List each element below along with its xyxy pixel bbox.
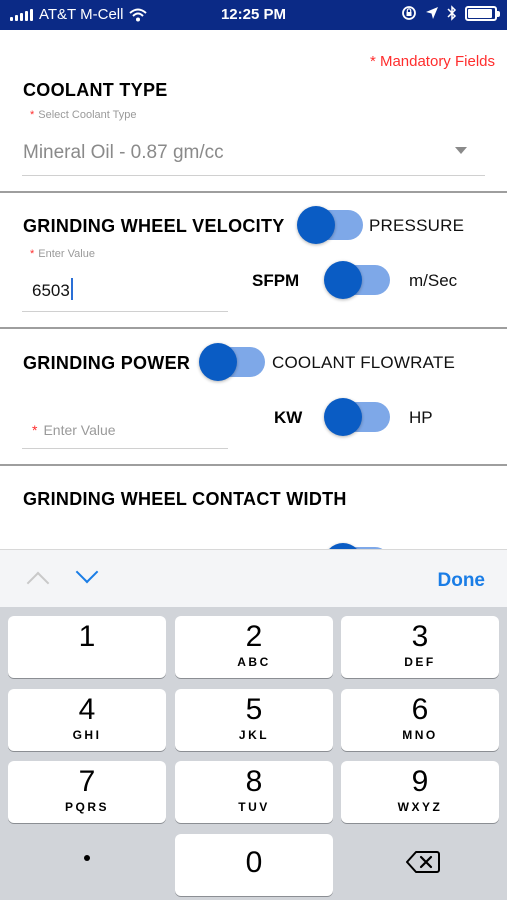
section-divider [0, 327, 507, 329]
wheel-velocity-value: 6503 [32, 281, 70, 300]
coolant-select-underline [22, 175, 485, 176]
key-digit: 0 [245, 846, 263, 879]
key-letters: DEF [404, 655, 436, 669]
wheel-velocity-hint: * Enter Value [30, 248, 95, 260]
key-3[interactable]: 3 DEF [341, 616, 499, 678]
decimal-key[interactable] [8, 834, 166, 896]
wheel-velocity-underline [22, 311, 228, 312]
key-digit: 6 [411, 693, 429, 726]
section-divider [0, 464, 507, 466]
pressure-label: PRESSURE [369, 216, 465, 235]
wheel-velocity-hint-text: Enter Value [38, 248, 95, 260]
key-4[interactable]: 4 GHI [8, 689, 166, 751]
key-letters: PQRS [64, 800, 109, 814]
key-6[interactable]: 6 MNO [341, 689, 499, 751]
key-letters: GHI [72, 728, 102, 742]
chevron-down-icon[interactable] [455, 147, 467, 154]
key-1[interactable]: 1 [8, 616, 166, 678]
decimal-point-icon [84, 855, 90, 861]
coolant-type-select[interactable]: Mineral Oil - 0.87 gm/cc [23, 142, 224, 164]
key-digit: 7 [78, 765, 96, 798]
key-letters: WXYZ [397, 800, 443, 814]
chevron-down-icon[interactable] [75, 560, 99, 584]
key-5[interactable]: 5 JKL [175, 689, 333, 751]
battery-icon [465, 5, 500, 21]
grinding-power-input[interactable]: * Enter Value [32, 422, 116, 438]
status-bar: AT&T M-Cell 12:25 PM [0, 0, 507, 30]
grinding-power-title: GRINDING POWER [23, 353, 191, 373]
coolant-type-hint: * Select Coolant Type [30, 109, 137, 121]
key-digit: 9 [411, 765, 429, 798]
toggle-knob [199, 343, 237, 381]
key-digit: 8 [245, 765, 263, 798]
power-unit-toggle[interactable] [324, 398, 390, 436]
contact-width-title: GRINDING WHEEL CONTACT WIDTH [23, 489, 347, 509]
coolant-flowrate-label: COOLANT FLOWRATE [272, 353, 455, 372]
keyboard-accessory-bar: Done [0, 549, 507, 607]
status-right [401, 5, 500, 21]
bluetooth-icon [447, 5, 457, 21]
key-2[interactable]: 2 ABC [175, 616, 333, 678]
key-letters: ABC [237, 655, 271, 669]
hp-label: HP [409, 408, 433, 427]
mandatory-note: * Mandatory Fields [369, 53, 495, 70]
key-7[interactable]: 7 PQRS [8, 761, 166, 823]
key-letters: MNO [402, 728, 438, 742]
kw-label: KW [274, 408, 303, 427]
done-button[interactable]: Done [438, 570, 486, 592]
rotation-lock-icon [402, 6, 416, 20]
toggle-knob [297, 206, 335, 244]
pressure-toggle[interactable] [297, 206, 363, 244]
coolant-flowrate-toggle[interactable] [199, 343, 265, 381]
sfpm-label: SFPM [252, 271, 300, 290]
coolant-hint-text: Select Coolant Type [38, 109, 137, 121]
toggle-knob [324, 261, 362, 299]
coolant-type-title: COOLANT TYPE [23, 80, 168, 100]
msec-label: m/Sec [409, 271, 458, 290]
grinding-power-placeholder: Enter Value [43, 422, 116, 438]
wheel-velocity-title: GRINDING WHEEL VELOCITY [23, 216, 285, 236]
key-digit: 1 [78, 620, 96, 653]
key-digit: 5 [245, 693, 263, 726]
grinding-power-underline [22, 448, 228, 449]
key-letters: JKL [238, 728, 270, 742]
key-digit: 2 [245, 620, 263, 653]
key-0[interactable]: 0 [175, 834, 333, 896]
wheel-velocity-input[interactable]: 6503 [32, 278, 73, 301]
location-icon [426, 7, 438, 19]
backspace-icon [406, 851, 440, 873]
key-8[interactable]: 8 TUV [175, 761, 333, 823]
key-digit: 4 [78, 693, 96, 726]
section-divider [0, 191, 507, 193]
text-cursor [70, 278, 73, 300]
toggle-knob [324, 398, 362, 436]
key-9[interactable]: 9 WXYZ [341, 761, 499, 823]
velocity-unit-toggle[interactable] [324, 261, 390, 299]
chevron-up-icon[interactable] [26, 571, 50, 595]
key-digit: 3 [411, 620, 429, 653]
key-letters: TUV [238, 800, 270, 814]
battery-level [468, 8, 492, 18]
